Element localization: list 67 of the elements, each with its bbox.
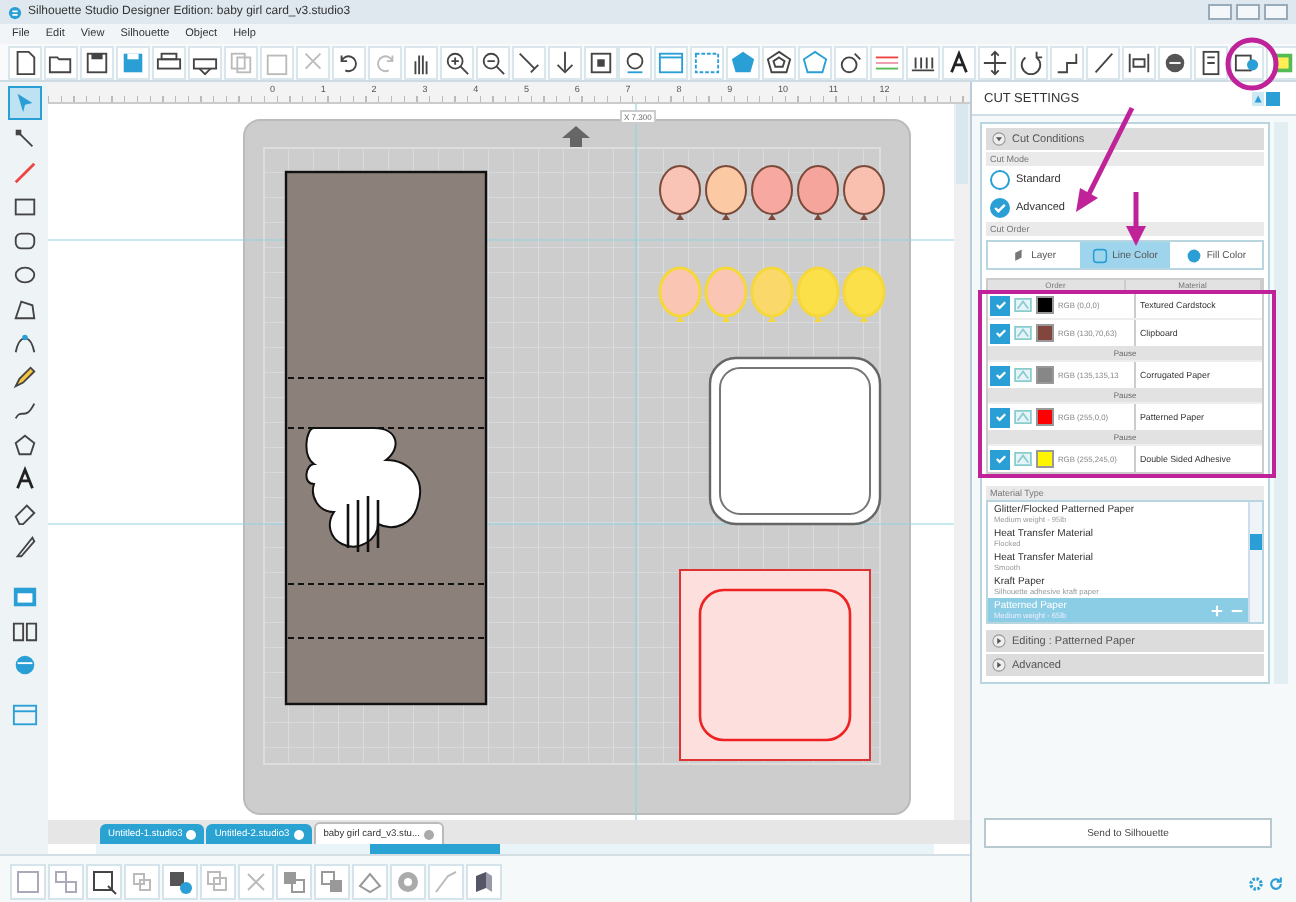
balloon-shape	[750, 265, 794, 322]
zoom-out-icon[interactable]	[476, 45, 510, 79]
group-icon[interactable]	[10, 864, 46, 900]
checkbox[interactable]	[990, 323, 1010, 343]
layers-icon[interactable]	[466, 864, 502, 900]
save-icon[interactable]	[80, 45, 114, 79]
pentagon-icon[interactable]	[762, 45, 796, 79]
check-icon	[993, 410, 1007, 424]
app-logo-icon	[8, 5, 22, 19]
add-icon[interactable]	[1210, 604, 1224, 618]
balloon-shape	[658, 265, 702, 322]
minimize-button[interactable]	[1208, 4, 1232, 20]
cut-line-icon[interactable]	[1014, 452, 1032, 466]
up-arrow-icon[interactable]	[562, 125, 590, 148]
undo-icon[interactable]	[332, 45, 366, 79]
balloon-shape	[659, 164, 701, 220]
checkbox[interactable]	[990, 449, 1010, 469]
move-arrows-icon[interactable]	[978, 45, 1012, 79]
checkbox[interactable]	[990, 407, 1010, 427]
highlight-circle	[1225, 37, 1279, 91]
cut-line-icon[interactable]	[1014, 326, 1032, 340]
balloon-shape	[843, 164, 885, 220]
check-icon	[993, 452, 1007, 466]
expand-icon[interactable]	[992, 658, 1006, 672]
zoom-in-icon[interactable]	[440, 45, 474, 79]
remove-icon[interactable]	[1230, 604, 1244, 618]
shape-icon[interactable]	[834, 45, 868, 79]
pan-down-icon[interactable]	[548, 45, 582, 79]
horizontal-scrollbar[interactable]	[96, 844, 934, 854]
vertical-scrollbar[interactable]	[954, 103, 970, 820]
layer-icon	[1011, 247, 1028, 263]
radio-button[interactable]	[990, 170, 1010, 190]
expand-icon[interactable]	[992, 634, 1006, 648]
rotate-icon[interactable]	[1014, 45, 1048, 79]
panel-scrollbar[interactable]	[1274, 122, 1288, 684]
balloon-shape	[705, 164, 747, 220]
text-icon[interactable]	[942, 45, 976, 79]
cut-line-icon[interactable]	[1014, 298, 1032, 312]
balloon-shape	[797, 164, 839, 220]
pencil-icon[interactable]	[9, 362, 39, 392]
checkbox[interactable]	[990, 365, 1010, 385]
panel-pin-icon[interactable]	[1252, 92, 1280, 106]
list-scrollbar[interactable]	[1248, 502, 1262, 622]
settings-icon[interactable]	[1248, 876, 1264, 892]
check-icon	[993, 368, 1007, 382]
cut-line-icon[interactable]	[1014, 368, 1032, 382]
folder-icon[interactable]	[44, 45, 78, 79]
document-icon[interactable]	[1194, 45, 1228, 79]
balloon-shape	[751, 164, 793, 220]
window-icon[interactable]	[9, 700, 39, 730]
new-page-icon[interactable]	[8, 45, 42, 79]
close-button[interactable]	[1264, 4, 1288, 20]
color-lines-icon[interactable]	[870, 45, 904, 79]
refresh-icon[interactable]	[1268, 876, 1284, 892]
checkbox[interactable]	[990, 295, 1010, 315]
balloon-shape	[704, 265, 748, 322]
cut-line-icon[interactable]	[1014, 410, 1032, 424]
maximize-button[interactable]	[1236, 4, 1260, 20]
radio-button[interactable]	[990, 198, 1010, 218]
delete-icon[interactable]	[238, 864, 274, 900]
balloon-shape	[842, 265, 886, 322]
pentagon-icon[interactable]	[9, 430, 39, 460]
balloon-shape	[796, 265, 840, 322]
collapse-icon[interactable]	[992, 132, 1006, 146]
check-icon	[992, 200, 1008, 216]
rounded-square-icon	[1092, 247, 1109, 263]
filled-circle-icon	[1186, 247, 1203, 263]
